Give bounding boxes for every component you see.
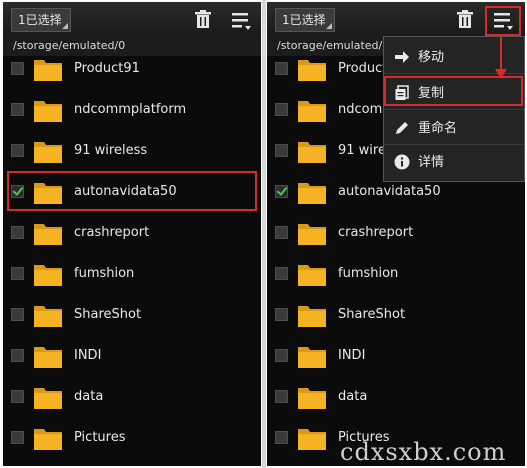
selection-count-dropdown[interactable]: 1已选择	[11, 8, 71, 32]
menu-item-rename[interactable]: 重命名	[384, 112, 524, 145]
folder-icon	[298, 101, 326, 122]
watermark: cdxsxbx.com	[340, 438, 507, 466]
file-row[interactable]: Product91	[3, 50, 261, 91]
folder-name: INDI	[74, 348, 102, 363]
file-row[interactable]: ShareShot	[267, 296, 525, 337]
menu-button-highlight	[485, 6, 521, 36]
row-checkbox[interactable]	[11, 62, 24, 75]
row-checkbox[interactable]	[11, 308, 24, 321]
folder-name: 91 wireless	[74, 143, 148, 158]
row-checkbox[interactable]	[275, 267, 288, 280]
move-arrow-icon	[395, 51, 409, 63]
folder-icon	[34, 142, 62, 163]
folder-name: data	[74, 389, 104, 404]
menu-item-label: 详情	[418, 155, 445, 170]
folder-icon	[34, 306, 62, 327]
folder-name: ndcommplatform	[74, 102, 187, 117]
menu-item-label: 移动	[418, 50, 445, 65]
row-checkbox[interactable]	[275, 349, 288, 362]
info-icon	[394, 154, 410, 170]
trash-icon[interactable]	[453, 8, 477, 32]
folder-icon	[34, 224, 62, 245]
file-row[interactable]: INDI	[3, 337, 261, 378]
row-checkbox[interactable]	[275, 185, 288, 198]
menu-item-details[interactable]: 详情	[384, 146, 524, 179]
folder-icon	[34, 388, 62, 409]
file-row[interactable]: INDI	[267, 337, 525, 378]
folder-icon	[34, 101, 62, 122]
folder-name: INDI	[338, 348, 366, 363]
file-row[interactable]: 91 wireless	[3, 132, 261, 173]
folder-name: crashreport	[338, 225, 414, 240]
panel-divider	[262, 0, 266, 468]
file-row[interactable]: ShareShot	[3, 296, 261, 337]
rename-pencil-icon	[396, 122, 408, 134]
row-checkbox[interactable]	[11, 226, 24, 239]
file-manager-panel-left: 1已选择 /storage/emulated/0 Product91 ndcomm…	[3, 2, 261, 466]
file-row[interactable]: data	[3, 378, 261, 419]
menu-item-label: 重命名	[418, 121, 458, 136]
file-row[interactable]: Pictures	[3, 419, 261, 460]
folder-name: data	[338, 389, 368, 404]
row-checkbox[interactable]	[275, 431, 288, 444]
folder-icon	[298, 60, 326, 81]
pointer-arrow-icon	[495, 37, 507, 79]
action-bar: 1已选择	[3, 2, 261, 36]
folder-icon	[34, 429, 62, 450]
folder-icon	[34, 347, 62, 368]
folder-name: fumshion	[338, 266, 399, 281]
folder-name: ShareShot	[338, 307, 406, 322]
row-checkbox[interactable]	[275, 226, 288, 239]
row-checkbox[interactable]	[275, 62, 288, 75]
folder-name: Pictures	[74, 430, 126, 445]
overflow-menu-icon[interactable]	[229, 8, 253, 32]
folder-icon	[298, 224, 326, 245]
selected-row-highlight	[7, 171, 257, 211]
row-checkbox[interactable]	[275, 390, 288, 403]
folder-icon	[298, 183, 326, 204]
folder-icon	[34, 60, 62, 81]
row-checkbox[interactable]	[11, 267, 24, 280]
row-checkbox[interactable]	[11, 431, 24, 444]
file-row[interactable]: crashreport	[267, 214, 525, 255]
file-row[interactable]: fumshion	[267, 255, 525, 296]
folder-icon	[298, 142, 326, 163]
copy-item-highlight	[384, 76, 523, 106]
file-row[interactable]: fumshion	[3, 255, 261, 296]
file-manager-panel-right: 1已选择 /storage/emulated/0 Product91ndcomm…	[267, 2, 525, 466]
row-checkbox[interactable]	[275, 144, 288, 157]
folder-icon	[298, 347, 326, 368]
folder-name: crashreport	[74, 225, 150, 240]
file-row[interactable]: ndcommplatform	[3, 91, 261, 132]
folder-icon	[298, 388, 326, 409]
folder-icon	[298, 429, 326, 450]
row-checkbox[interactable]	[275, 308, 288, 321]
row-checkbox[interactable]	[11, 390, 24, 403]
row-checkbox[interactable]	[11, 349, 24, 362]
trash-icon[interactable]	[191, 8, 215, 32]
folder-name: fumshion	[74, 266, 135, 281]
folder-icon	[34, 265, 62, 286]
folder-icon	[298, 306, 326, 327]
file-row[interactable]: crashreport	[3, 214, 261, 255]
folder-name: ShareShot	[74, 307, 142, 322]
file-row[interactable]: data	[267, 378, 525, 419]
selection-count-dropdown[interactable]: 1已选择	[275, 8, 335, 32]
folder-name: Product91	[74, 61, 140, 76]
row-checkbox[interactable]	[11, 144, 24, 157]
folder-icon	[298, 265, 326, 286]
row-checkbox[interactable]	[11, 103, 24, 116]
row-checkbox[interactable]	[275, 103, 288, 116]
